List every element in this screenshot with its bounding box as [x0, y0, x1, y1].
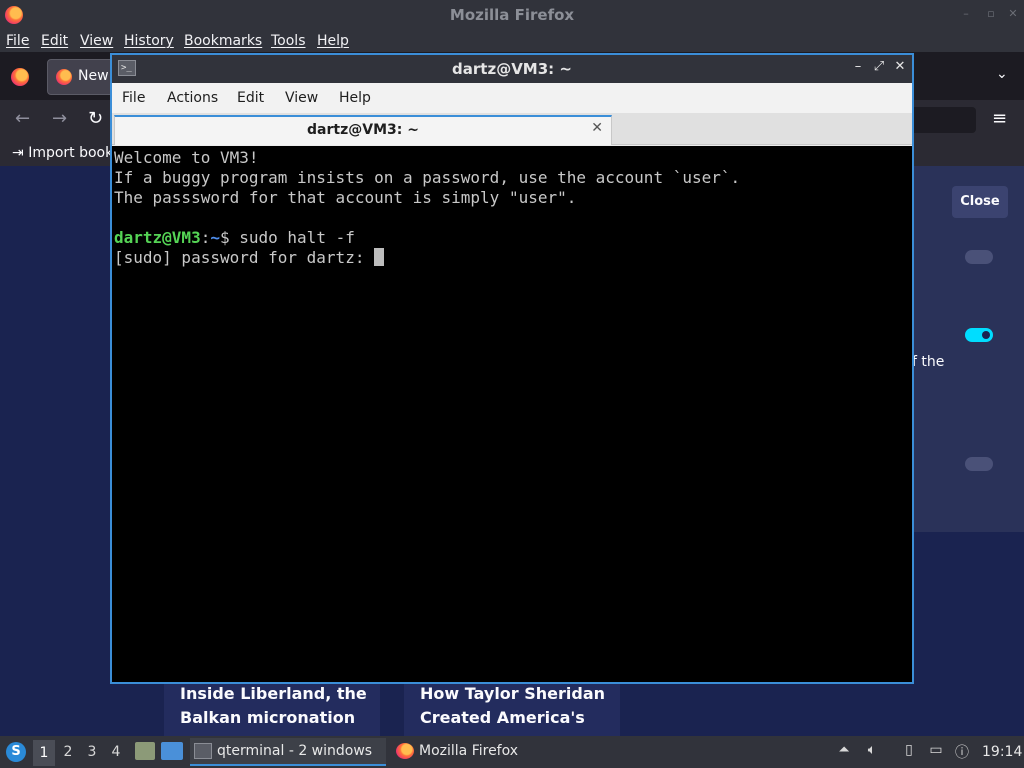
firefox-tab-icon	[56, 69, 72, 85]
taskbar-task-label: qterminal - 2 windows	[217, 743, 373, 759]
menu-help[interactable]: Help	[317, 33, 349, 49]
text-cursor	[374, 248, 385, 266]
story-title: How Taylor Sheridan Created America's	[420, 684, 606, 727]
menu-view[interactable]: View	[80, 33, 113, 49]
workspace-1[interactable]: 1	[33, 740, 55, 766]
forward-arrow-icon[interactable]: →	[52, 108, 67, 129]
menu-edit[interactable]: Edit	[237, 90, 264, 106]
clipboard-icon[interactable]: ▯	[900, 742, 918, 760]
tab-label: New	[78, 68, 109, 84]
terminal-tab-label: dartz@VM3: ~	[307, 122, 419, 138]
back-arrow-icon[interactable]: ←	[15, 108, 30, 129]
clock[interactable]: 19:14	[982, 744, 1022, 760]
menu-actions[interactable]: Actions	[167, 90, 218, 106]
import-bookmarks-button[interactable]: ⇥ Import book	[12, 145, 113, 161]
terminal-titlebar[interactable]: >_ dartz@VM3: ~ – ⤢ ✕	[112, 55, 912, 83]
terminal-menubar: File Actions Edit View Help	[112, 83, 912, 113]
terminal-output-line: Welcome to VM3!	[114, 148, 259, 167]
prompt-command: sudo halt -f	[239, 228, 355, 247]
reload-icon[interactable]: ↻	[88, 108, 103, 129]
terminal-window-title: dartz@VM3: ~	[452, 60, 572, 78]
taskbar-task-firefox[interactable]: Mozilla Firefox	[392, 738, 588, 766]
file-manager-icon[interactable]	[135, 742, 155, 760]
terminal-icon	[194, 743, 212, 759]
toggle-switch[interactable]	[965, 457, 993, 471]
minimize-icon[interactable]: –	[850, 59, 866, 77]
panel-description-text: f the	[912, 354, 945, 370]
show-desktop-icon[interactable]	[161, 742, 183, 760]
sudo-password-line: [sudo] password for dartz:	[114, 248, 910, 268]
terminal-output-line: The passsword for that account is simply…	[114, 188, 577, 207]
close-icon[interactable]: ✕	[892, 59, 908, 77]
toggle-switch[interactable]	[965, 250, 993, 264]
close-button[interactable]: Close	[952, 186, 1008, 218]
tray-arrow-icon[interactable]: ⏶	[835, 742, 853, 760]
menu-view[interactable]: View	[285, 90, 318, 106]
list-all-tabs-chevron-icon[interactable]: ⌄	[996, 66, 1008, 82]
story-title: Inside Liberland, the Balkan micronation	[180, 684, 367, 727]
menu-history[interactable]: History	[124, 33, 174, 49]
story-card[interactable]: Inside Liberland, the Balkan micronation	[164, 680, 380, 736]
import-icon: ⇥	[12, 145, 24, 161]
toggle-switch-on[interactable]	[965, 328, 993, 342]
workspace-4[interactable]: 4	[105, 744, 127, 764]
maximize-icon[interactable]: ▫	[985, 8, 997, 20]
taskbar-task-qterminal[interactable]: qterminal - 2 windows	[190, 738, 386, 766]
terminal-prompt-line: dartz@VM3:~$ sudo halt -f	[114, 228, 910, 248]
close-icon[interactable]: ✕	[1007, 8, 1019, 20]
customize-panel	[910, 166, 1024, 532]
maximize-icon[interactable]: ⤢	[871, 59, 887, 77]
terminal-window: >_ dartz@VM3: ~ – ⤢ ✕ File Actions Edit …	[110, 53, 914, 684]
terminal-tabbar: dartz@VM3: ~ ✕	[112, 113, 912, 145]
firefox-view-icon[interactable]	[11, 68, 29, 86]
workspace-3[interactable]: 3	[81, 744, 103, 764]
menu-file[interactable]: File	[122, 90, 145, 106]
menu-bookmarks[interactable]: Bookmarks	[184, 33, 262, 49]
firefox-icon	[396, 743, 414, 759]
story-card[interactable]: How Taylor Sheridan Created America's	[404, 680, 620, 736]
menu-tools[interactable]: Tools	[271, 33, 306, 49]
workspace-2[interactable]: 2	[57, 744, 79, 764]
hamburger-menu-icon[interactable]: ≡	[992, 108, 1007, 129]
minimize-icon[interactable]: –	[960, 8, 972, 20]
start-menu-icon[interactable]: S	[6, 742, 26, 762]
menu-file[interactable]: File	[6, 33, 29, 49]
taskbar-task-label: Mozilla Firefox	[419, 743, 519, 759]
network-icon[interactable]: ▭	[927, 742, 945, 760]
prompt-separator: :	[200, 228, 211, 247]
menu-edit[interactable]: Edit	[41, 33, 68, 49]
menu-help[interactable]: Help	[339, 90, 371, 106]
terminal-tab[interactable]: dartz@VM3: ~ ✕	[114, 115, 612, 145]
terminal-screen[interactable]: Welcome to VM3! If a buggy program insist…	[112, 146, 912, 682]
volume-icon[interactable]: 🔈︎	[863, 742, 881, 760]
firefox-window-title: Mozilla Firefox	[449, 6, 575, 24]
import-bookmarks-label: Import book	[28, 145, 114, 161]
firefox-titlebar: Mozilla Firefox – ▫ ✕	[0, 0, 1024, 30]
prompt-user-host: dartz@VM3	[114, 228, 201, 247]
prompt-symbol: $	[219, 228, 240, 247]
sudo-password-prompt: [sudo] password for dartz:	[114, 248, 375, 267]
firefox-menubar: File Edit View History Bookmarks Tools H…	[0, 30, 1024, 52]
prompt-path: ~	[210, 228, 220, 247]
notification-icon[interactable]: ⓘ	[953, 742, 971, 761]
terminal-output-line: If a buggy program insists on a password…	[114, 168, 741, 187]
tab-close-icon[interactable]: ✕	[591, 120, 603, 136]
